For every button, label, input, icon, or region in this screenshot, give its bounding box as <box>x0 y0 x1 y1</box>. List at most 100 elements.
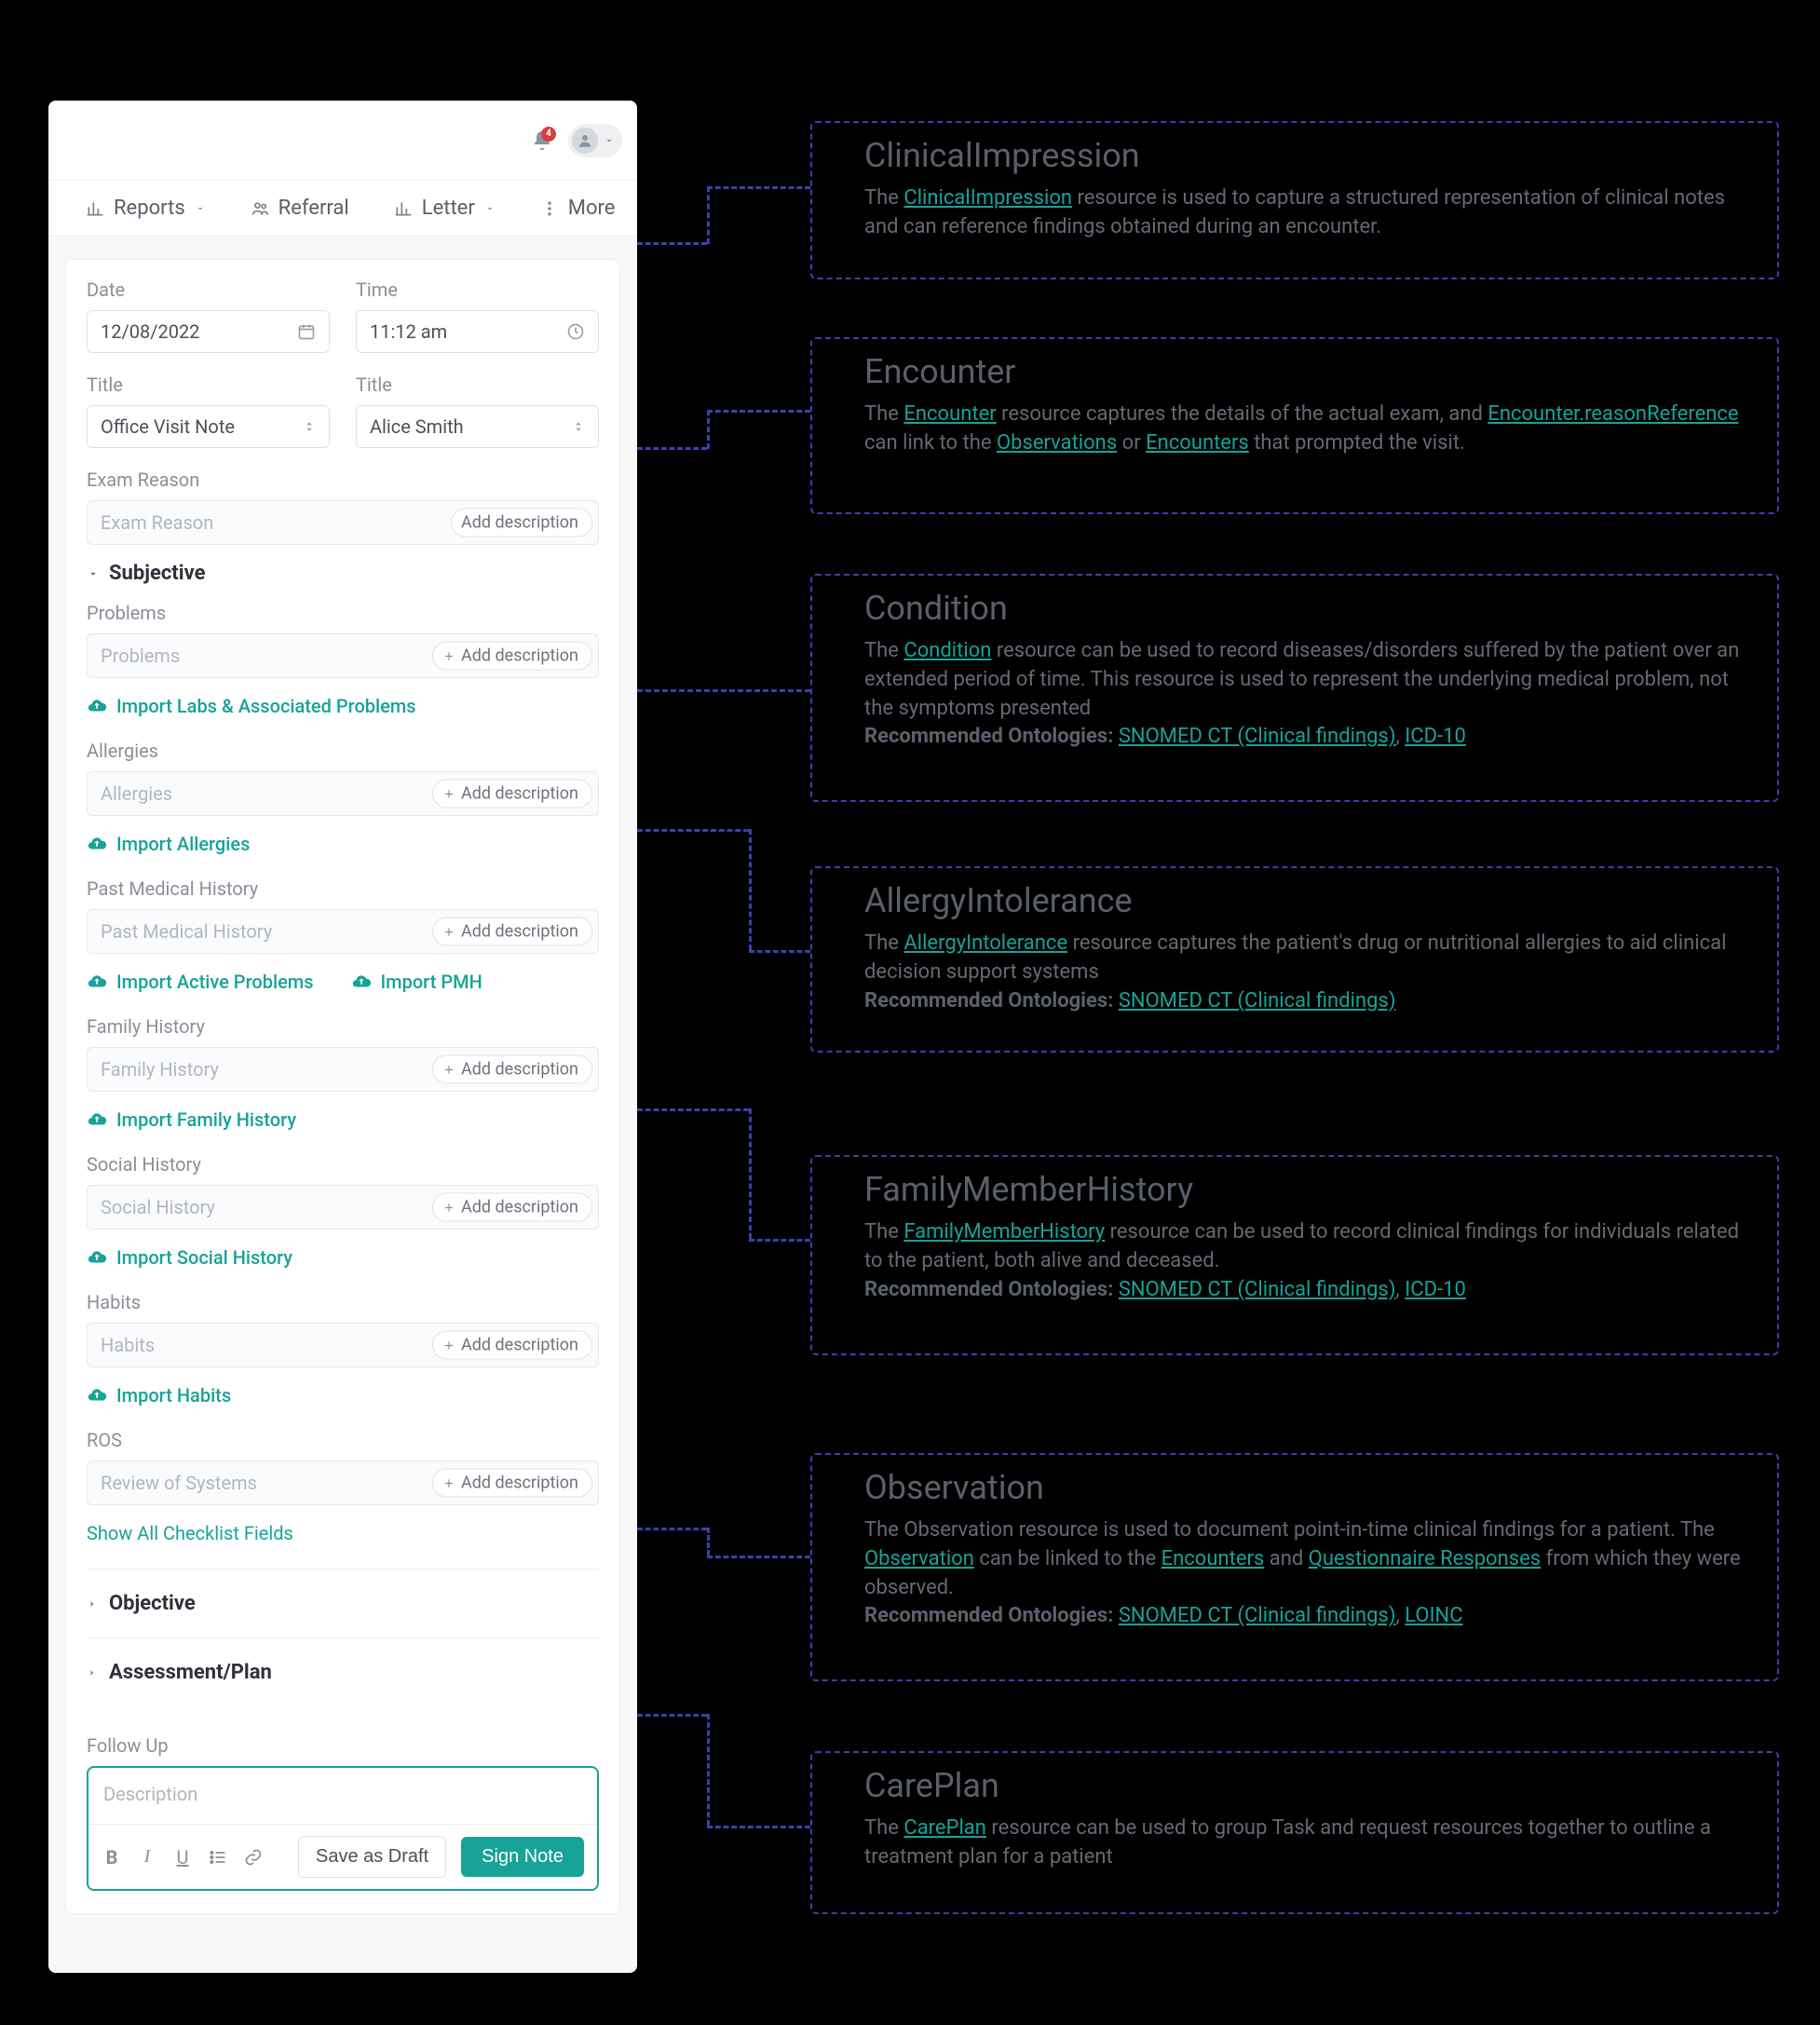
add-description-button[interactable]: Add description <box>432 1331 592 1360</box>
add-description-button[interactable]: Add description <box>432 1193 592 1222</box>
note-type-value: Office Visit Note <box>101 415 235 438</box>
add-description-button[interactable]: Add description <box>432 1055 592 1084</box>
notification-count-badge: 4 <box>541 127 556 142</box>
pmh-input[interactable]: Past Medical History Add description <box>87 909 599 954</box>
link-snomed[interactable]: SNOMED CT (Clinical findings) <box>1119 989 1396 1012</box>
link-loinc[interactable]: LOINC <box>1405 1604 1462 1627</box>
underline-button[interactable]: U <box>172 1847 193 1868</box>
title2-label: Title <box>356 374 599 396</box>
follow-up-placeholder: Description <box>103 1783 197 1805</box>
link-snomed[interactable]: SNOMED CT (Clinical findings) <box>1119 725 1396 748</box>
link-care-plan[interactable]: CarePlan <box>903 1816 986 1840</box>
show-all-checklist-link[interactable]: Show All Checklist Fields <box>87 1522 599 1544</box>
problems-label: Problems <box>87 602 599 624</box>
import-active-problems-label: Import Active Problems <box>116 971 314 993</box>
connector-line <box>637 689 810 692</box>
italic-button[interactable]: I <box>137 1847 157 1868</box>
note-type-select[interactable]: Office Visit Note <box>87 405 330 448</box>
date-input[interactable]: 12/08/2022 <box>87 310 330 353</box>
app-header: 4 <box>48 101 637 181</box>
social-history-placeholder: Social History <box>101 1196 215 1218</box>
import-allergies-label: Import Allergies <box>116 833 250 855</box>
allergies-input[interactable]: Allergies Add description <box>87 771 599 816</box>
import-habits-link[interactable]: Import Habits <box>87 1384 599 1407</box>
chevron-down-icon <box>484 203 496 214</box>
allergies-placeholder: Allergies <box>101 782 172 805</box>
link-observation[interactable]: Observation <box>864 1547 974 1570</box>
connector-line <box>749 1108 752 1239</box>
exam-reason-input[interactable]: Exam Reason Add description <box>87 500 599 545</box>
problems-input[interactable]: Problems Add description <box>87 633 599 678</box>
link-family-member-history[interactable]: FamilyMemberHistory <box>903 1220 1105 1244</box>
info-card-family-member-history: FamilyMemberHistory The FamilyMemberHist… <box>810 1155 1779 1355</box>
family-history-label: Family History <box>87 1015 599 1038</box>
link-icd10[interactable]: ICD-10 <box>1405 725 1466 748</box>
card-title: CarePlan <box>864 1766 1753 1805</box>
link-encounter[interactable]: Encounter <box>903 402 996 426</box>
save-draft-button[interactable]: Save as Draft <box>298 1836 446 1878</box>
import-social-history-label: Import Social History <box>116 1246 292 1269</box>
link-button[interactable] <box>243 1847 264 1868</box>
recommended-ontologies-label: Recommended Ontologies: <box>864 989 1119 1012</box>
import-family-history-link[interactable]: Import Family History <box>87 1108 599 1131</box>
link-icd10[interactable]: ICD-10 <box>1405 1278 1466 1301</box>
patient-select[interactable]: Alice Smith <box>356 405 599 448</box>
sign-note-button[interactable]: Sign Note <box>461 1837 584 1877</box>
pmh-label: Past Medical History <box>87 877 599 900</box>
link-allergy-intolerance[interactable]: AllergyIntolerance <box>903 931 1067 955</box>
habits-label: Habits <box>87 1291 599 1313</box>
link-clinical-impression[interactable]: ClinicalImpression <box>903 186 1072 210</box>
link-encounters[interactable]: Encounters <box>1146 431 1249 455</box>
tab-label: Letter <box>422 197 475 220</box>
habits-input[interactable]: Habits Add description <box>87 1323 599 1367</box>
plus-icon <box>442 1476 455 1489</box>
connector-line <box>707 1528 710 1556</box>
bold-button[interactable]: B <box>102 1847 122 1868</box>
add-description-button[interactable]: Add description <box>451 509 592 537</box>
import-pmh-link[interactable]: Import PMH <box>351 971 482 993</box>
subjective-section-toggle[interactable]: Subjective <box>87 562 599 585</box>
connector-line <box>749 950 810 953</box>
link-encounters[interactable]: Encounters <box>1161 1547 1265 1570</box>
objective-heading: Objective <box>109 1592 196 1615</box>
family-history-input[interactable]: Family History Add description <box>87 1047 599 1092</box>
tab-label: Reports <box>114 197 185 220</box>
add-description-button[interactable]: Add description <box>432 642 592 671</box>
avatar <box>572 128 598 154</box>
import-active-problems-link[interactable]: Import Active Problems <box>87 971 314 993</box>
assessment-plan-section-toggle[interactable]: Assessment/Plan <box>87 1638 599 1706</box>
tab-letter[interactable]: Letter <box>394 197 496 220</box>
add-description-button[interactable]: Add description <box>432 780 592 809</box>
tab-label: Referral <box>278 197 349 220</box>
link-observations[interactable]: Observations <box>997 431 1117 455</box>
notifications-button[interactable]: 4 <box>525 124 559 157</box>
link-encounter-reason[interactable]: Encounter.reasonReference <box>1487 402 1738 426</box>
link-snomed[interactable]: SNOMED CT (Clinical findings) <box>1119 1604 1396 1627</box>
import-allergies-link[interactable]: Import Allergies <box>87 833 599 855</box>
user-menu-button[interactable] <box>568 124 622 157</box>
connector-line <box>637 1714 707 1717</box>
link-snomed[interactable]: SNOMED CT (Clinical findings) <box>1119 1278 1396 1301</box>
add-description-button[interactable]: Add description <box>432 917 592 946</box>
list-button[interactable] <box>208 1847 228 1868</box>
connector-line <box>749 829 752 950</box>
objective-section-toggle[interactable]: Objective <box>87 1569 599 1638</box>
allergies-label: Allergies <box>87 740 599 762</box>
time-input[interactable]: 11:12 am <box>356 310 599 353</box>
import-social-history-link[interactable]: Import Social History <box>87 1246 599 1269</box>
tab-reports[interactable]: Reports <box>86 197 206 220</box>
add-description-button[interactable]: Add description <box>432 1469 592 1498</box>
chevron-down-icon <box>604 135 615 146</box>
tab-referral[interactable]: Referral <box>251 197 349 220</box>
date-label: Date <box>87 279 330 301</box>
link-condition[interactable]: Condition <box>903 639 991 662</box>
card-title: ClinicalImpression <box>864 136 1753 175</box>
follow-up-textarea[interactable]: Description <box>88 1768 597 1824</box>
social-history-input[interactable]: Social History Add description <box>87 1185 599 1230</box>
tab-more[interactable]: More <box>540 197 616 220</box>
recommended-ontologies-label: Recommended Ontologies: <box>864 725 1119 748</box>
ros-input[interactable]: Review of Systems Add description <box>87 1461 599 1505</box>
link-questionnaire-responses[interactable]: Questionnaire Responses <box>1309 1547 1541 1570</box>
cloud-upload-icon <box>87 1109 107 1130</box>
import-labs-link[interactable]: Import Labs & Associated Problems <box>87 695 599 717</box>
